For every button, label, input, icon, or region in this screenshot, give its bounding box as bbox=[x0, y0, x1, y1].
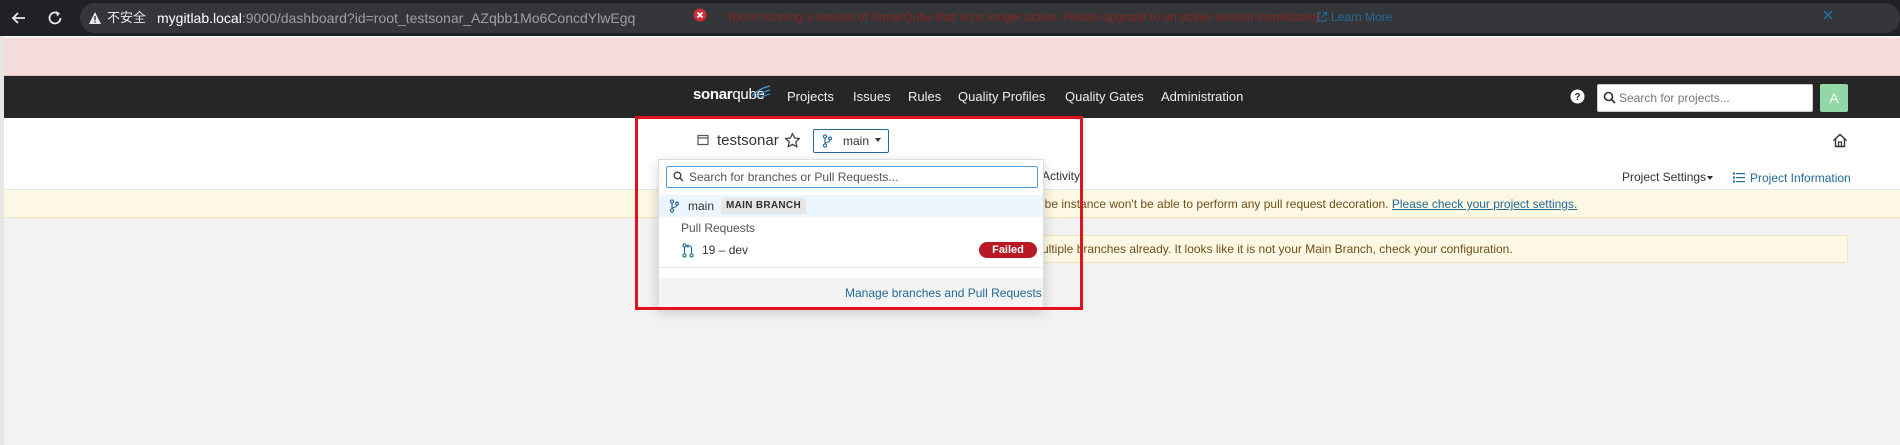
version-alert-banner bbox=[4, 38, 1900, 76]
reload-icon[interactable] bbox=[45, 8, 65, 28]
url-path: :9000/dashboard?id=root_testsonar_AZqbb1… bbox=[241, 10, 636, 26]
chevron-down-icon bbox=[1707, 176, 1713, 180]
project-settings-link[interactable]: Please check your project settings. bbox=[1392, 197, 1577, 211]
project-settings-menu[interactable]: Project Settings bbox=[1622, 170, 1706, 184]
pr-decoration-warning-text: ube instance won't be able to perform an… bbox=[1038, 197, 1577, 211]
list-icon bbox=[1733, 172, 1745, 183]
external-link-icon[interactable] bbox=[1316, 11, 1328, 23]
project-search-placeholder: Search for projects... bbox=[1619, 91, 1730, 105]
highlight-frame bbox=[635, 116, 1083, 310]
warning-triangle-icon[interactable] bbox=[88, 11, 102, 25]
nav-rules[interactable]: Rules bbox=[908, 89, 941, 105]
home-icon[interactable] bbox=[1832, 133, 1848, 148]
search-icon bbox=[1603, 91, 1616, 104]
nav-quality-profiles[interactable]: Quality Profiles bbox=[958, 89, 1045, 105]
nav-quality-gates[interactable]: Quality Gates bbox=[1065, 89, 1144, 105]
main-branch-notice-text: ultiple branches already. It looks like … bbox=[1042, 242, 1513, 256]
avatar[interactable]: A bbox=[1820, 84, 1848, 112]
nav-administration[interactable]: Administration bbox=[1161, 89, 1243, 105]
nav-issues[interactable]: Issues bbox=[853, 89, 891, 105]
sonarqube-logo-icon bbox=[750, 84, 772, 98]
warning-message: ube instance won't be able to perform an… bbox=[1038, 197, 1389, 211]
close-icon[interactable] bbox=[1822, 9, 1834, 21]
url-host: mygitlab.local bbox=[157, 10, 242, 26]
insecure-label[interactable]: 不安全 bbox=[107, 9, 146, 27]
error-circle-icon bbox=[693, 8, 707, 22]
project-information-link[interactable]: Project Information bbox=[1750, 171, 1851, 185]
back-arrow-icon[interactable] bbox=[9, 8, 29, 28]
nav-projects[interactable]: Projects bbox=[787, 89, 834, 105]
help-icon[interactable]: ? bbox=[1570, 89, 1585, 104]
svg-text:?: ? bbox=[1574, 92, 1580, 103]
url-text[interactable]: mygitlab.local:9000/dashboard?id=root_te… bbox=[157, 9, 635, 27]
learn-more-link[interactable]: Learn More bbox=[1331, 9, 1392, 25]
logo-bold-text: sonar bbox=[693, 86, 733, 103]
alert-message: You're running a version of SonarQube th… bbox=[726, 10, 1324, 24]
